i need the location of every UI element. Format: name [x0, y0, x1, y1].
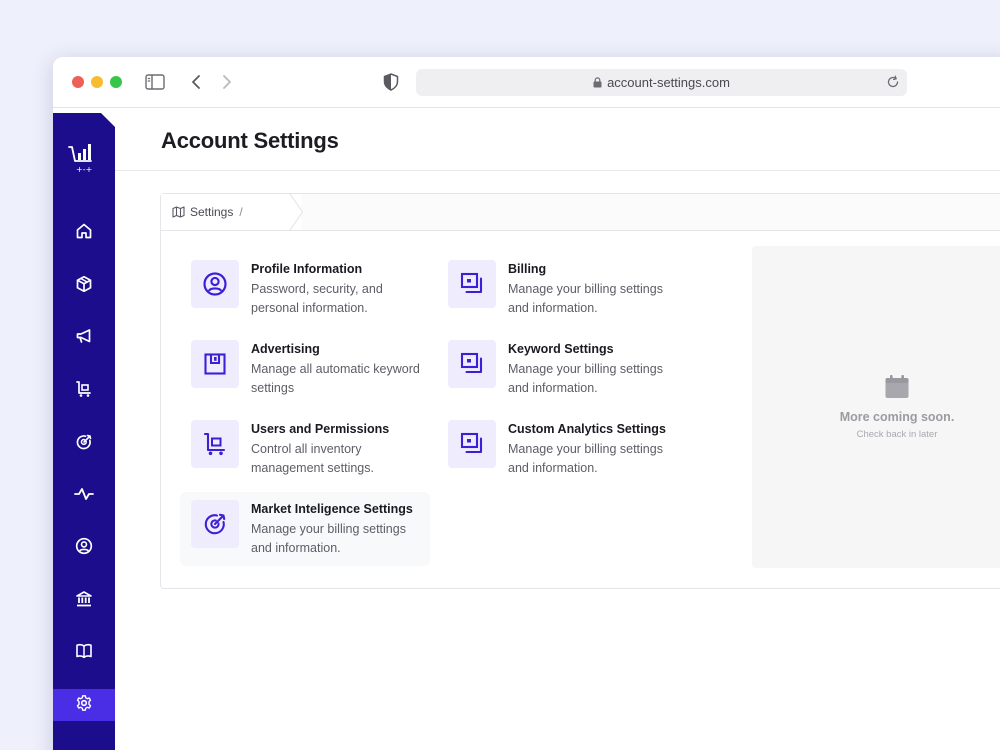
coming-soon-placeholder: More coming soon. Check back in later — [752, 246, 1000, 568]
lock-icon — [593, 77, 602, 88]
card-title: Market Inteligence Settings — [251, 502, 413, 516]
close-window-button[interactable] — [72, 76, 84, 88]
card-description: Password, security, and personal informa… — [251, 282, 383, 315]
map-icon — [172, 206, 185, 218]
browser-toolbar: account-settings.com — [53, 57, 1000, 108]
megaphone-icon — [75, 327, 93, 350]
calendar-icon — [884, 374, 910, 400]
app-logo: +-+ — [67, 141, 97, 175]
breadcrumb-chevron — [289, 194, 304, 231]
home-icon — [75, 222, 93, 245]
settings-card-market-intelligence[interactable]: Market Inteligence Settings Manage your … — [180, 492, 430, 566]
card-title: Advertising — [251, 342, 320, 356]
coming-soon-subtitle: Check back in later — [856, 429, 938, 440]
browser-window: account-settings.com +-+ Account Setting… — [53, 57, 1000, 750]
sidebar-item-docs[interactable] — [53, 637, 115, 669]
settings-panel: Settings / Profile Information Password,… — [160, 193, 1000, 589]
reload-icon[interactable] — [886, 75, 900, 89]
shield-icon[interactable] — [380, 71, 402, 93]
box-icon — [75, 275, 93, 298]
bank-icon — [75, 590, 93, 613]
sidebar-item-analytics[interactable] — [53, 480, 115, 512]
back-arrow-icon[interactable] — [185, 71, 207, 93]
settings-card-keyword[interactable]: Keyword Settings Manage your billing set… — [437, 332, 687, 406]
inventory-cart-icon — [191, 420, 239, 468]
card-description: Control all inventory management setting… — [251, 442, 374, 475]
page-title: Account Settings — [161, 128, 339, 153]
svg-text:+-+: +-+ — [76, 165, 92, 174]
billing-icon — [448, 340, 496, 388]
sidebar-item-inventory[interactable] — [53, 375, 115, 407]
breadcrumb-item-settings[interactable]: Settings / — [161, 194, 301, 230]
settings-card-custom-analytics[interactable]: Custom Analytics Settings Manage your bi… — [437, 412, 687, 486]
maximize-window-button[interactable] — [110, 76, 122, 88]
address-bar[interactable]: account-settings.com — [416, 69, 907, 96]
card-title: Custom Analytics Settings — [508, 422, 666, 436]
sidebar-item-profile[interactable] — [53, 532, 115, 564]
target-icon — [75, 433, 93, 456]
coming-soon-title: More coming soon. — [839, 410, 955, 424]
book-icon — [75, 642, 93, 665]
card-description: Manage all automatic keyword settings — [251, 362, 420, 395]
sidebar-item-advertising[interactable] — [53, 322, 115, 354]
page-header: Account Settings — [115, 108, 1000, 171]
settings-card-profile[interactable]: Profile Information Password, security, … — [180, 252, 430, 326]
card-description: Manage your billing settings and informa… — [508, 362, 663, 395]
settings-card-advertising[interactable]: Advertising Manage all automatic keyword… — [180, 332, 430, 406]
minimize-window-button[interactable] — [91, 76, 103, 88]
billing-icon — [448, 260, 496, 308]
billing-icon — [448, 420, 496, 468]
activity-icon — [74, 485, 94, 508]
card-title: Billing — [508, 262, 547, 276]
url-text: account-settings.com — [607, 75, 730, 90]
sidebar-item-home[interactable] — [53, 217, 115, 249]
card-title: Users and Permissions — [251, 422, 390, 436]
card-title: Profile Information — [251, 262, 363, 276]
sidebar-item-billing[interactable] — [53, 585, 115, 617]
gear-icon — [75, 694, 93, 717]
card-description: Manage your billing settings and informa… — [508, 282, 663, 315]
card-description: Manage your billing settings and informa… — [508, 442, 663, 475]
breadcrumb-separator: / — [239, 205, 243, 219]
user-circle-icon — [75, 537, 93, 560]
advertising-icon — [191, 340, 239, 388]
user-circle-icon — [191, 260, 239, 308]
sidebar-item-settings[interactable] — [53, 689, 115, 721]
sidebar-toggle-icon[interactable] — [144, 71, 166, 93]
forward-arrow-icon[interactable] — [216, 71, 238, 93]
target-icon — [191, 500, 239, 548]
card-description: Manage your billing settings and informa… — [251, 522, 406, 555]
settings-card-billing[interactable]: Billing Manage your billing settings and… — [437, 252, 687, 326]
inventory-cart-icon — [75, 380, 93, 403]
sidebar: +-+ — [53, 113, 115, 750]
settings-card-users[interactable]: Users and Permissions Control all invent… — [180, 412, 430, 486]
sidebar-item-market-intelligence[interactable] — [53, 428, 115, 460]
breadcrumb: Settings / — [161, 194, 1000, 231]
sidebar-item-products[interactable] — [53, 270, 115, 302]
breadcrumb-label: Settings — [190, 205, 234, 219]
card-title: Keyword Settings — [508, 342, 614, 356]
